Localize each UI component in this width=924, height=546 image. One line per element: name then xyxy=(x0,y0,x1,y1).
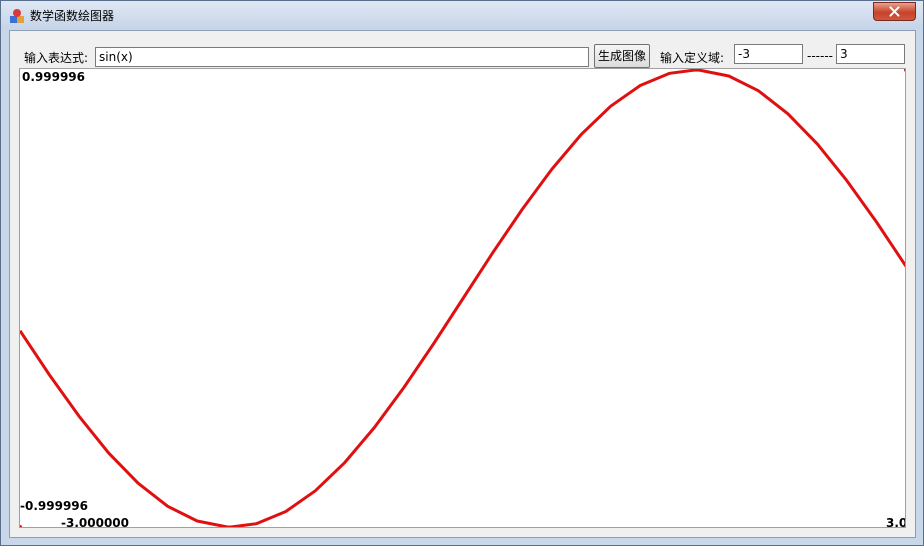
domain-max-input[interactable]: 3 xyxy=(836,44,905,64)
domain-label: 输入定义域: xyxy=(660,51,725,65)
close-icon xyxy=(889,6,900,17)
expression-input[interactable]: sin(x) xyxy=(95,47,589,67)
title-bar[interactable]: 数学函数绘图器 xyxy=(1,1,923,29)
expression-label: 输入表达式: xyxy=(24,51,89,65)
x-min-label: -3.000000 xyxy=(61,516,129,528)
y-max-label: 0.999996 xyxy=(22,70,86,84)
y-min-label: -0.999996 xyxy=(20,499,88,513)
window-title: 数学函数绘图器 xyxy=(30,9,115,23)
close-button[interactable] xyxy=(873,2,916,21)
series-line-0 xyxy=(20,69,905,527)
domain-separator: ------ xyxy=(807,49,833,63)
domain-min-input[interactable]: -3 xyxy=(734,44,803,64)
corner-marker-0 xyxy=(20,525,22,527)
generate-button[interactable]: 生成图像 xyxy=(594,44,650,68)
corner-marker-1 xyxy=(904,69,905,72)
sine-chart xyxy=(20,69,905,527)
plot-area: 0.999996 -0.999996 -3.000000 3.0000 xyxy=(19,68,906,528)
app-icon xyxy=(10,9,24,23)
app-window: 数学函数绘图器 输入表达式: sin(x) 生成图像 输入定义域: -3 ---… xyxy=(0,0,924,546)
x-max-label: 3.0000 xyxy=(886,516,906,528)
client-area: 输入表达式: sin(x) 生成图像 输入定义域: -3 ------ 3 0.… xyxy=(9,30,916,538)
